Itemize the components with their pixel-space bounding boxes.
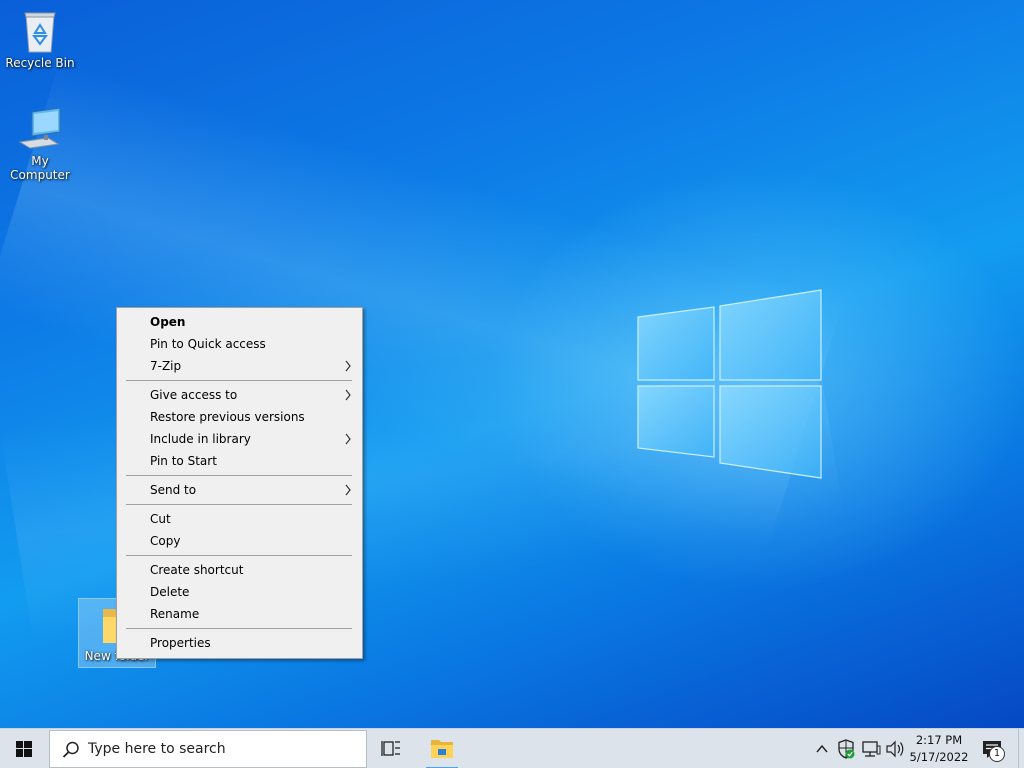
clock-time: 2:17 PM: [915, 733, 963, 747]
volume-icon[interactable]: [884, 729, 906, 768]
notification-count-badge: 1: [989, 746, 1005, 762]
menu-item-label: Rename: [150, 607, 200, 621]
menu-separator: [126, 380, 352, 381]
desktop-icon-recycle-bin[interactable]: Recycle Bin: [0, 8, 80, 70]
recycle-bin-icon: [24, 12, 56, 53]
show-desktop-button[interactable]: [1018, 729, 1024, 768]
menu-item-7zip[interactable]: 7-Zip: [117, 355, 362, 377]
menu-item-delete[interactable]: Delete: [117, 581, 362, 603]
menu-item-open[interactable]: Open: [117, 311, 362, 333]
menu-item-label: Properties: [150, 636, 211, 650]
start-button[interactable]: [0, 729, 48, 768]
taskbar-clock[interactable]: 2:17 PM 5/17/2022: [908, 732, 970, 766]
menu-item-send-to[interactable]: Send to: [117, 479, 362, 501]
desktop-icon-my-computer[interactable]: My Computer: [0, 108, 80, 182]
file-explorer-button[interactable]: [422, 729, 462, 768]
taskbar-search-box[interactable]: Type here to search: [49, 730, 367, 768]
chevron-right-icon: [345, 484, 351, 496]
search-placeholder: Type here to search: [88, 741, 226, 757]
defender-shield-icon[interactable]: [836, 729, 856, 768]
menu-item-restore-versions[interactable]: Restore previous versions: [117, 406, 362, 428]
menu-item-label: Create shortcut: [150, 563, 244, 577]
menu-separator: [126, 628, 352, 629]
menu-item-create-shortcut[interactable]: Create shortcut: [117, 559, 362, 581]
desktop-icon-label: Recycle Bin: [5, 56, 75, 70]
chevron-right-icon: [345, 360, 351, 372]
menu-item-copy[interactable]: Copy: [117, 530, 362, 552]
menu-separator: [126, 555, 352, 556]
chevron-right-icon: [345, 389, 351, 401]
menu-item-give-access[interactable]: Give access to: [117, 384, 362, 406]
menu-separator: [126, 504, 352, 505]
menu-separator: [126, 475, 352, 476]
menu-item-label: Include in library: [150, 432, 251, 446]
taskbar: Type here to search 2:17 PM 5/17/2022: [0, 728, 1024, 768]
menu-item-label: Pin to Quick access: [150, 337, 266, 351]
menu-item-label: Pin to Start: [150, 454, 217, 468]
menu-item-pin-start[interactable]: Pin to Start: [117, 450, 362, 472]
windows-logo-wallpaper: [637, 289, 822, 479]
task-view-button[interactable]: [372, 729, 412, 768]
menu-item-include-library[interactable]: Include in library: [117, 428, 362, 450]
menu-item-rename[interactable]: Rename: [117, 603, 362, 625]
menu-item-cut[interactable]: Cut: [117, 508, 362, 530]
desktop-background[interactable]: Recycle Bin My Computer New folder Open …: [0, 0, 1024, 728]
desktop-icon-label: My Computer: [10, 154, 70, 182]
file-explorer-icon: [431, 740, 453, 758]
menu-item-label: Delete: [150, 585, 190, 599]
menu-item-label: Open: [150, 315, 186, 329]
context-menu: Open Pin to Quick access 7-Zip Give acce…: [116, 307, 363, 659]
menu-item-label: Cut: [150, 512, 171, 526]
menu-item-label: Copy: [150, 534, 181, 548]
chevron-right-icon: [345, 433, 351, 445]
menu-item-label: 7-Zip: [150, 359, 182, 373]
menu-item-label: Give access to: [150, 388, 238, 402]
task-view-icon: [381, 741, 400, 756]
menu-item-properties[interactable]: Properties: [117, 632, 362, 654]
menu-item-label: Restore previous versions: [150, 410, 305, 424]
chevron-up-icon[interactable]: [814, 729, 830, 768]
network-icon[interactable]: [860, 729, 882, 768]
search-icon: [62, 741, 79, 758]
computer-icon: [18, 108, 61, 149]
menu-item-pin-quick-access[interactable]: Pin to Quick access: [117, 333, 362, 355]
windows-start-icon: [16, 741, 32, 757]
clock-date: 5/17/2022: [909, 750, 969, 764]
menu-item-label: Send to: [150, 483, 197, 497]
